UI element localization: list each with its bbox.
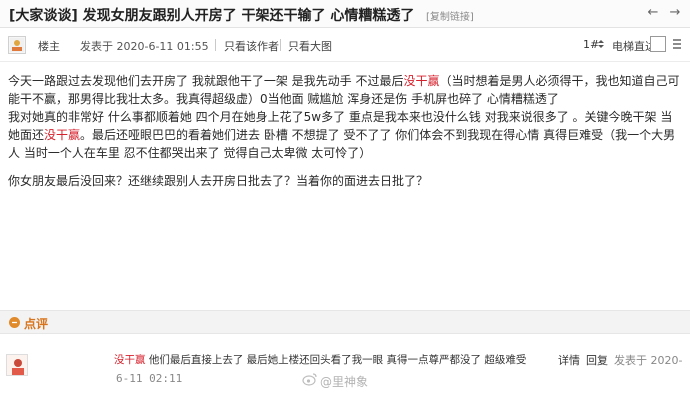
highlight-text: 没干赢 [44, 128, 81, 142]
only-author-link[interactable]: 只看该作者 [224, 38, 279, 54]
comment-icon [9, 317, 20, 328]
comments-header: 点评 [0, 310, 690, 334]
post-content: 今天一路跟过去发现他们去开房了 我就跟他干了一架 是我先动手 不过最后没干赢（当… [8, 72, 684, 190]
quoted-reply-text: 你女朋友最后没回来？还继续跟别人去开房日批去了？当着你的面进去日批了？ [8, 174, 429, 188]
comments-title: 点评 [24, 317, 49, 331]
post-meta-row: 楼主 发表于 2020-6-11 01:55 只看该作者 只看大图 1# 电梯直… [0, 28, 690, 62]
avatar[interactable] [6, 354, 28, 376]
watermark: @里神象 [320, 375, 369, 389]
floor-jump-input[interactable] [650, 36, 666, 52]
elevator-icon [598, 40, 604, 48]
title-bar: [大家谈谈] 发现女朋友跟别人开房了 干架还干输了 心情糟糕透了 [复制链接] … [0, 0, 690, 28]
post-text: 今天一路跟过去发现他们去开房了 我就跟他干了一架 是我先动手 不过最后 [8, 74, 404, 88]
post-paragraph: 今天一路跟过去发现他们去开房了 我就跟他干了一架 是我先动手 不过最后没干赢（当… [8, 72, 684, 108]
post-paragraph: 我对她真的非常好 什么事都顺着她 四个月在她身上花了5w多了 重点是我本来也没什… [8, 108, 684, 162]
comment-reply-link[interactable]: 回复 [586, 352, 608, 368]
go-button-icon[interactable] [670, 37, 684, 51]
post-text: 。最后还哑眼巴巴的看着她们进去 卧槽 不想提了 受不了了 你们体会不到我现在得心… [8, 128, 676, 160]
page-title: [大家谈谈] 发现女朋友跟别人开房了 干架还干输了 心情糟糕透了 [9, 8, 415, 24]
comment-detail-link[interactable]: 详情 [558, 352, 580, 368]
arrow-left-icon[interactable]: ← [644, 4, 662, 22]
highlight-text: 没干赢 [403, 74, 440, 88]
comment-time: 发表于 2020- [614, 354, 683, 367]
comment-text: 没干赢 他们最后直接上去了 最后她上楼还回头看了我一眼 真得一点尊严都没了 超级… [114, 352, 526, 367]
author-icon[interactable] [8, 36, 26, 54]
weibo-logo-icon [302, 373, 317, 386]
divider [280, 39, 281, 51]
comment-time-continued: 6-11 02:11 [116, 372, 183, 385]
copy-link-button[interactable]: [复制链接] [426, 8, 474, 23]
arrow-right-icon[interactable]: → [666, 4, 684, 22]
comment-body: 他们最后直接上去了 最后她上楼还回头看了我一眼 真得一点尊严都没了 超级难受 [145, 354, 527, 366]
divider [215, 39, 216, 51]
author-role: 楼主 [38, 40, 60, 53]
post-time: 发表于 2020-6-11 01:55 [80, 40, 209, 53]
highlight-text: 没干赢 [114, 354, 146, 366]
only-image-link[interactable]: 只看大图 [288, 38, 332, 54]
